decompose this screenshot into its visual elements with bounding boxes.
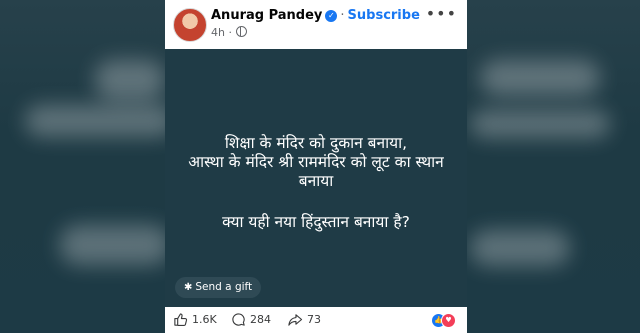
separator-dot: · [340,8,345,23]
subscribe-button[interactable]: Subscribe [348,8,420,23]
comment-icon [232,313,245,326]
send-gift-label: Send a gift [195,281,253,293]
author-line: Anurag Pandey ✓ · Subscribe [211,8,420,23]
blurred-text-shape [470,230,570,266]
share-button[interactable]: 73 [287,312,321,327]
share-icon [288,314,303,326]
post-card: Anurag Pandey ✓ · Subscribe 4h · ••• शिक्षा… [165,0,467,333]
post-actions: 1.6K 284 73 👍 ♥ [165,307,467,333]
send-gift-button[interactable]: ✱ Send a gift [175,277,262,298]
gift-icon: ✱ [184,282,193,293]
post-line: शिक्षा के मंदिर को दुकान बनाया, [224,134,408,152]
author-name[interactable]: Anurag Pandey [211,8,322,23]
post-question: क्या यही नया हिंदुस्तान बनाया है? [222,213,410,231]
blurred-text-shape [25,105,175,137]
post-header: Anurag Pandey ✓ · Subscribe 4h · ••• [165,0,467,49]
reactions-summary[interactable]: 👍 ♥ [431,313,457,328]
comment-count: 284 [250,313,271,326]
like-button[interactable]: 1.6K [173,312,217,327]
post-image[interactable]: शिक्षा के मंदिर को दुकान बनाया, आस्था के… [165,49,467,307]
post-line: आस्था के मंदिर श्री राममंदिर को लूट का स… [188,153,444,171]
love-reaction-icon: ♥ [441,313,456,328]
post-text: शिक्षा के मंदिर को दुकान बनाया, आस्था के… [165,134,467,232]
post-meta: 4h · [211,26,247,39]
comment-button[interactable]: 284 [231,312,271,327]
globe-icon [235,26,247,37]
like-count: 1.6K [192,313,217,326]
post-time[interactable]: 4h [211,26,225,39]
like-icon [174,313,188,326]
blurred-text-shape [470,110,610,138]
blurred-text-shape [95,60,165,100]
avatar[interactable] [173,8,207,42]
share-count: 73 [307,313,321,326]
blurred-text-shape [60,225,170,265]
verified-badge-icon: ✓ [325,10,338,22]
separator-dot: · [224,26,232,39]
more-options-icon[interactable]: ••• [426,4,457,23]
blurred-text-shape [480,60,600,96]
post-line: बनाया [298,172,334,190]
